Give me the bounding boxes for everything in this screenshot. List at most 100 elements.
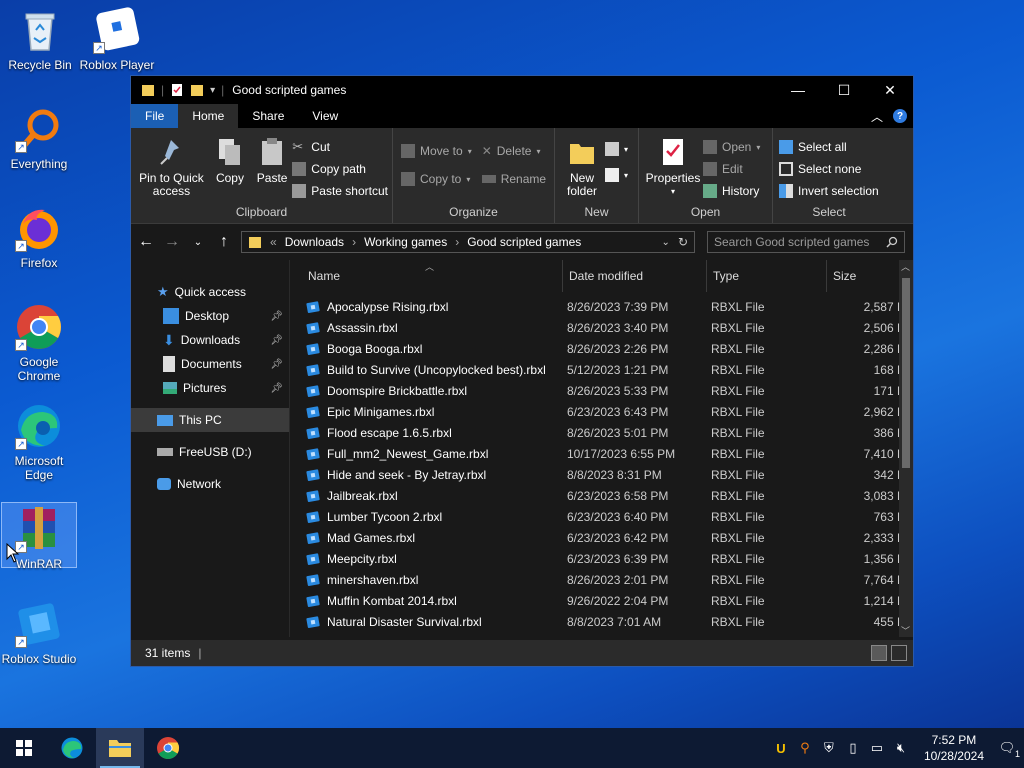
breadcrumb-downloads[interactable]: Downloads — [285, 235, 344, 249]
tab-share[interactable]: Share — [238, 104, 298, 128]
column-header-date[interactable]: Date modified — [563, 260, 707, 292]
properties-dropdown-icon[interactable]: ▾ — [671, 185, 675, 198]
customize-toolbar-icon[interactable]: ▾ — [210, 85, 215, 96]
volume-muted-icon[interactable]: 🔇︎ — [892, 739, 910, 757]
collapse-ribbon-icon[interactable]: ︿ — [871, 108, 883, 125]
desktop-icon-microsoft-edge[interactable]: ↗ Microsoft Edge — [1, 402, 77, 482]
rename-button[interactable]: Rename — [481, 170, 546, 188]
tab-view[interactable]: View — [298, 104, 352, 128]
clock[interactable]: 7:52 PM 10/28/2024 — [916, 732, 992, 764]
nav-documents[interactable]: Documents 📌︎ — [131, 352, 289, 376]
new-item-button[interactable]: ▾ — [605, 140, 628, 158]
file-explorer-window[interactable]: | ▾ | Good scripted games — ☐ ✕ File Hom… — [130, 75, 914, 667]
nav-freeusb[interactable]: FreeUSB (D:) — [131, 440, 289, 464]
table-row[interactable]: Full_mm2_Newest_Game.rbxl 10/17/2023 6:55… — [290, 443, 913, 464]
open-button[interactable]: Open ▾ — [703, 138, 760, 156]
defender-shield-icon[interactable]: ⛨ — [820, 739, 838, 757]
delete-button[interactable]: ✕ Delete ▾ — [482, 142, 546, 160]
table-row[interactable]: minershaven.rbxl 8/26/2023 2:01 PM RBXL Fi… — [290, 569, 913, 590]
start-button[interactable] — [0, 728, 48, 768]
select-none-button[interactable]: Select none — [779, 160, 879, 178]
desktop-icon-google-chrome[interactable]: ↗ Google Chrome — [1, 303, 77, 383]
table-row[interactable]: Assassin.rbxl 8/26/2023 3:40 PM RBXL File 2… — [290, 317, 913, 338]
table-row[interactable]: Natural Disaster Survival.rbxl 8/8/2023 7… — [290, 611, 913, 632]
desktop-icon-roblox-studio[interactable]: ↗ Roblox Studio — [1, 600, 77, 666]
move-to-button[interactable]: Move to ▾ — [401, 142, 472, 160]
everything-tray-icon[interactable]: ⚲ — [796, 739, 814, 757]
breadcrumb-working-games[interactable]: Working games — [364, 235, 447, 249]
table-row[interactable]: Apocalypse Rising.rbxl 8/26/2023 7:39 PM R… — [290, 296, 913, 317]
breadcrumb-separator-icon[interactable]: › — [352, 235, 356, 249]
invert-selection-button[interactable]: Invert selection — [779, 182, 879, 200]
table-row[interactable]: Muffin Kombat 2014.rbxl 9/26/2022 2:04 PM… — [290, 590, 913, 611]
forward-button[interactable]: → — [163, 233, 181, 251]
network-tray-icon[interactable]: ▭ — [868, 739, 886, 757]
properties-check-icon[interactable] — [170, 83, 184, 97]
new-folder-icon[interactable] — [190, 83, 204, 97]
nav-this-pc[interactable]: This PC — [131, 408, 289, 432]
desktop-icon-recycle-bin[interactable]: Recycle Bin — [2, 6, 78, 72]
easy-access-button[interactable]: ▾ — [605, 166, 628, 184]
usb-drive-icon[interactable]: ▯ — [844, 739, 862, 757]
breadcrumb-separator-icon[interactable]: › — [455, 235, 459, 249]
table-row[interactable]: Doomspire Brickbattle.rbxl 8/26/2023 5:33… — [290, 380, 913, 401]
search-input[interactable]: Search Good scripted games — [707, 231, 905, 253]
taskbar-chrome[interactable] — [144, 728, 192, 768]
large-icons-view-button[interactable] — [891, 645, 907, 661]
details-view-button[interactable] — [871, 645, 887, 661]
up-button[interactable]: ↑ — [215, 233, 233, 251]
tab-file[interactable]: File — [131, 104, 179, 128]
file-type: RBXL File — [711, 383, 765, 398]
table-row[interactable]: Epic Minigames.rbxl 6/23/2023 6:43 PM RBXL… — [290, 401, 913, 422]
breadcrumb-good-scripted-games[interactable]: Good scripted games — [467, 235, 581, 249]
select-all-button[interactable]: Select all — [779, 138, 879, 156]
table-row[interactable]: Flood escape 1.6.5.rbxl 8/26/2023 5:01 PM… — [290, 422, 913, 443]
table-row[interactable]: Build to Survive (Uncopylocked best).rbx… — [290, 359, 913, 380]
table-row[interactable]: Jailbreak.rbxl 6/23/2023 6:58 PM RBXL File… — [290, 485, 913, 506]
desktop-icon-everything[interactable]: ↗ Everything — [1, 105, 77, 171]
column-header-type[interactable]: Type — [707, 260, 827, 292]
address-box[interactable]: « Downloads › Working games › Good scrip… — [241, 231, 695, 253]
copy-path-button[interactable]: Copy path — [292, 160, 388, 178]
cut-button[interactable]: ✂ Cut — [292, 138, 388, 156]
scissors-icon: ✂ — [292, 139, 304, 154]
table-row[interactable]: Booga Booga.rbxl 8/26/2023 2:26 PM RBXL Fi… — [290, 338, 913, 359]
desktop-icon-firefox[interactable]: ↗ Firefox — [1, 204, 77, 270]
desktop-icon-roblox-player[interactable]: ↗ Roblox Player — [79, 6, 155, 72]
help-icon[interactable]: ? — [893, 109, 907, 123]
column-header-name[interactable]: Name — [306, 260, 563, 292]
copy-to-button[interactable]: Copy to ▾ — [401, 170, 472, 188]
scroll-up-icon[interactable]: ︿ — [901, 260, 910, 273]
table-row[interactable]: Meepcity.rbxl 6/23/2023 6:39 PM RBXL File 1… — [290, 548, 913, 569]
refresh-icon[interactable]: ↻ — [678, 235, 688, 249]
paste-shortcut-button[interactable]: Paste shortcut — [292, 182, 388, 200]
maximize-button[interactable]: ☐ — [821, 76, 867, 104]
ultraviewer-icon[interactable]: U — [772, 739, 790, 757]
taskbar-file-explorer[interactable] — [96, 728, 144, 768]
back-button[interactable]: ← — [137, 233, 155, 251]
table-row[interactable]: Lumber Tycoon 2.rbxl 6/23/2023 6:40 PM RBX… — [290, 506, 913, 527]
vertical-scrollbar[interactable]: ︿ ﹀ — [899, 260, 913, 637]
overflow-chevron-icon[interactable]: « — [270, 235, 277, 249]
column-header-size[interactable]: Size — [827, 260, 897, 292]
tab-home[interactable]: Home — [178, 104, 239, 128]
file-list[interactable]: ︿ Name Date modified Type Size Apocalyps… — [289, 260, 913, 655]
minimize-button[interactable]: — — [775, 76, 821, 104]
nav-downloads[interactable]: ⬇ Downloads 📌︎ — [131, 328, 289, 352]
recent-locations-button[interactable]: ⌄ — [189, 237, 207, 248]
nav-quick-access[interactable]: ★ Quick access — [131, 280, 289, 304]
address-dropdown-icon[interactable]: ⌄ — [662, 237, 670, 248]
scrollbar-thumb[interactable] — [902, 278, 910, 468]
nav-network[interactable]: Network — [131, 472, 289, 496]
table-row[interactable]: Mad Games.rbxl 6/23/2023 6:42 PM RBXL File… — [290, 527, 913, 548]
history-button[interactable]: History — [703, 182, 760, 200]
close-button[interactable]: ✕ — [867, 76, 913, 104]
scroll-down-icon[interactable]: ﹀ — [901, 624, 910, 637]
nav-desktop[interactable]: Desktop 📌︎ — [131, 304, 289, 328]
title-bar[interactable]: | ▾ | Good scripted games — ☐ ✕ — [131, 76, 913, 104]
nav-pictures[interactable]: Pictures 📌︎ — [131, 376, 289, 400]
edit-button[interactable]: Edit — [703, 160, 760, 178]
table-row[interactable]: Hide and seek - By Jetray.rbxl 8/8/2023 8… — [290, 464, 913, 485]
taskbar-edge[interactable] — [48, 728, 96, 768]
notification-center-icon[interactable]: 🗨︎ 1 — [998, 739, 1020, 759]
